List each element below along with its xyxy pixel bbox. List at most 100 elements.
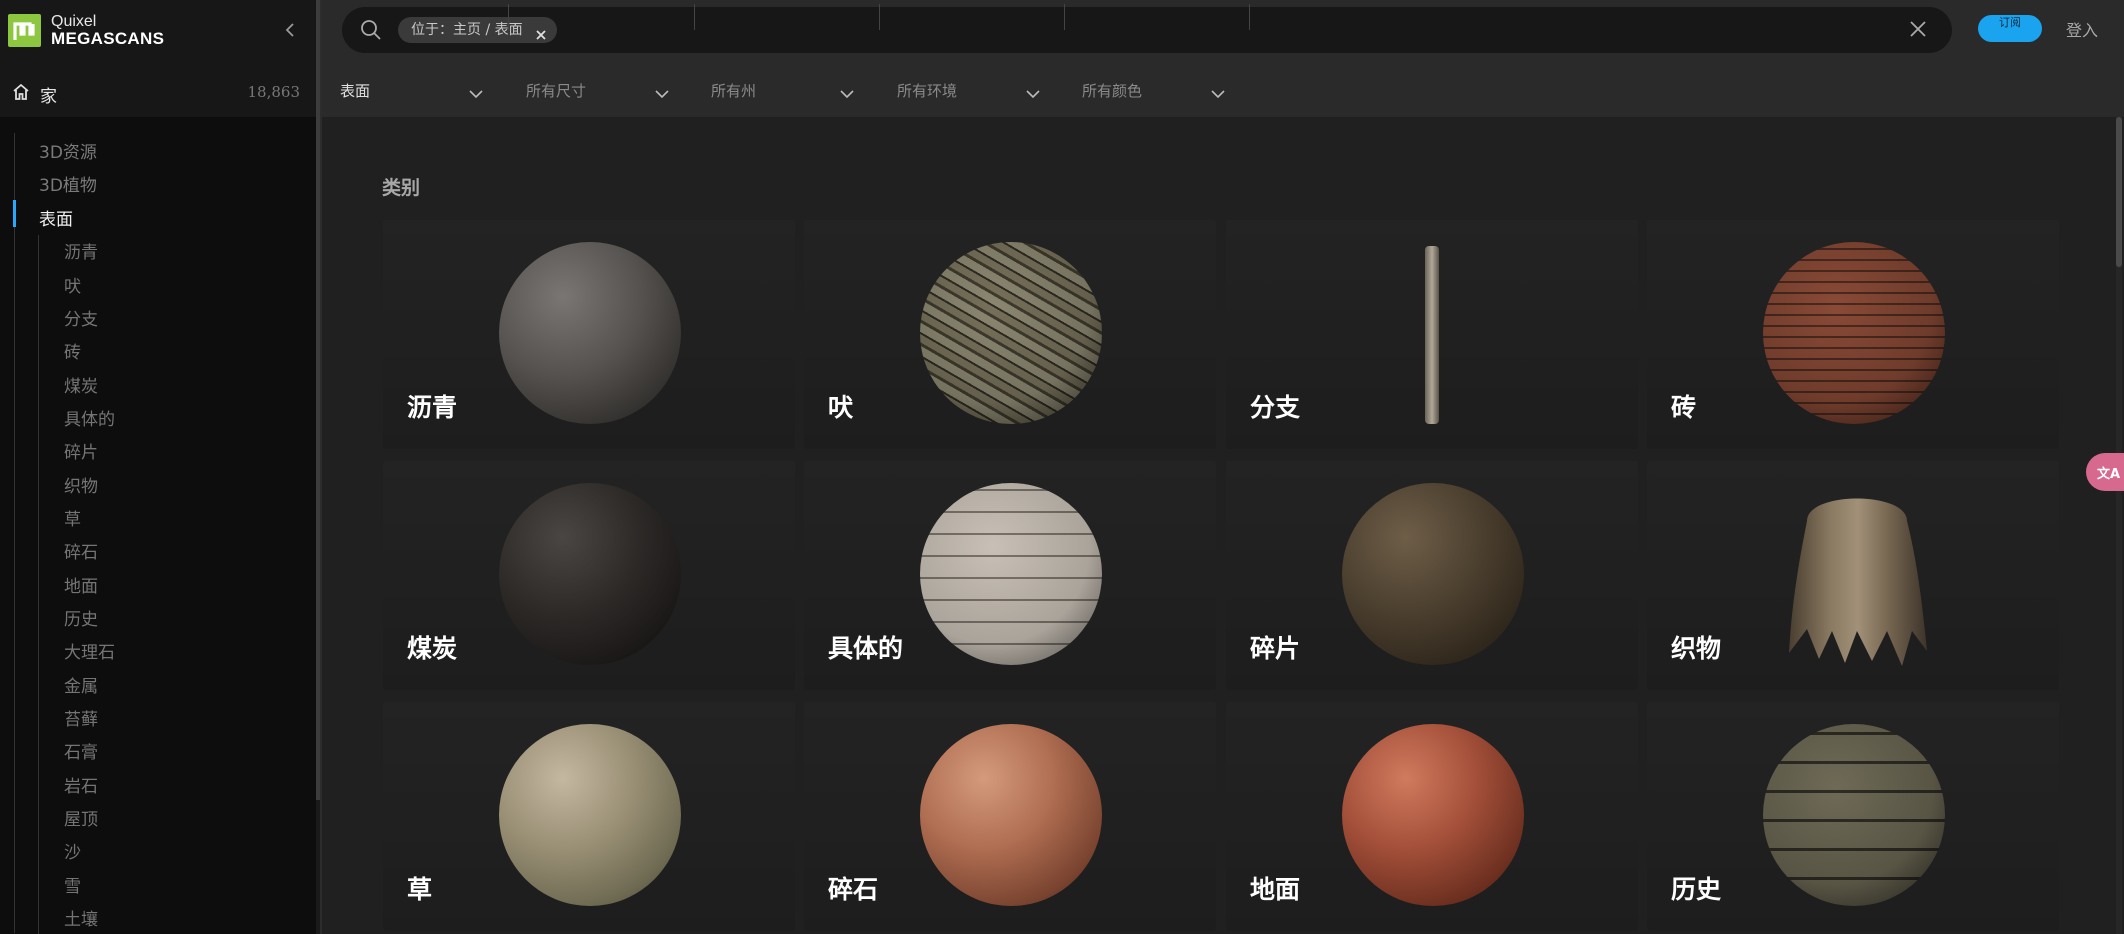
category-card[interactable]: 砖 [1647,220,2059,449]
sidebar-subitem[interactable]: 具体的 [64,405,115,430]
sidebar-subitem[interactable]: 吠 [64,272,81,297]
collapse-chevron-icon[interactable] [280,20,300,40]
chevron-down-icon [468,84,484,103]
category-card[interactable]: 煤炭 [383,461,795,690]
category-card[interactable]: 历史 [1647,702,2059,931]
sidebar-subitem[interactable]: 雪 [64,872,81,897]
filter-divider [1249,4,1250,30]
category-label: 碎石 [828,875,879,904]
debris-preview [1342,483,1524,665]
fabric-preview [1789,498,1927,666]
category-label: 吠 [828,393,854,422]
sidebar-subitem[interactable]: 煤炭 [64,372,98,397]
sidebar-subitem[interactable]: 大理石 [64,638,115,663]
category-label: 碎片 [1250,634,1301,663]
chevron-down-icon [839,84,855,103]
sidebar-item-3d-plants[interactable]: 3D植物 [39,171,97,196]
sidebar-subitem[interactable]: 织物 [64,472,98,497]
tree-guide-line [38,235,39,934]
login-link[interactable]: 登入 [2066,17,2098,41]
chevron-down-icon [654,84,670,103]
filter-label: 表面 [340,82,371,100]
category-card[interactable]: 沥青 [383,220,795,449]
concrete-preview [920,483,1102,665]
branch-preview [1425,246,1439,424]
category-label: 草 [407,875,433,904]
sidebar-item-surfaces[interactable]: 表面 [39,205,73,230]
category-tree: 3D资源 3D植物 表面 沥青 吠 分支 砖 煤炭 具体的 碎片 织物 草 碎石… [0,117,320,934]
translate-button[interactable]: 文A [2086,453,2124,491]
filter-label: 所有颜色 [1082,82,1143,100]
sidebar-subitem[interactable]: 砖 [64,338,81,363]
filter-environment[interactable]: 所有环境 [897,74,1047,108]
chevron-down-icon [1210,84,1226,103]
sidebar-subitem[interactable]: 石膏 [64,738,98,763]
gravel-preview [920,724,1102,906]
tree-guide-line [14,133,15,933]
sidebar-subitem[interactable]: 地面 [64,572,98,597]
category-label: 地面 [1250,875,1301,904]
grass-preview [499,724,681,906]
category-card[interactable]: 吠 [804,220,1216,449]
category-card[interactable]: 碎石 [804,702,1216,931]
brick-preview [1763,242,1945,424]
sidebar-home-label: 家 [40,87,57,107]
sidebar-item-3d-assets[interactable]: 3D资源 [39,138,97,163]
filter-size[interactable]: 所有尺寸 [526,74,676,108]
main-content: 类别 沥青 吠 分支 砖 煤炭 具体的 碎片 织物 草 碎石 地面 历史 [322,117,2124,934]
close-icon[interactable] [1909,20,1927,42]
ground-preview [1342,724,1524,906]
filter-divider [508,4,509,30]
filter-divider [1064,4,1065,30]
category-label: 砖 [1671,393,1697,422]
sidebar-subitem[interactable]: 历史 [64,605,98,630]
translate-icon: 文A [2097,467,2121,482]
section-title: 类别 [382,177,421,199]
sidebar-home-count: 18,863 [247,83,301,101]
category-card[interactable]: 织物 [1647,461,2059,690]
category-card[interactable]: 碎片 [1226,461,1638,690]
filter-label: 所有环境 [897,82,958,100]
sidebar-subitem[interactable]: 沙 [64,838,81,863]
category-card[interactable]: 分支 [1226,220,1638,449]
location-filter-chip[interactable]: 位于：主页 / 表面 [398,17,557,43]
category-label: 煤炭 [407,634,458,663]
category-card[interactable]: 草 [383,702,795,931]
sidebar-subitem[interactable]: 苔藓 [64,705,98,730]
filter-divider [694,4,695,30]
search-bar[interactable]: 位于：主页 / 表面 [342,7,1952,53]
filter-color[interactable]: 所有颜色 [1082,74,1232,108]
close-icon[interactable] [535,24,547,50]
sidebar-subitem[interactable]: 土壤 [64,905,98,930]
chevron-down-icon [1025,84,1041,103]
sidebar-subitem[interactable]: 金属 [64,672,98,697]
historic-preview [1763,724,1945,906]
subscribe-button[interactable]: 订阅 [1978,15,2042,42]
sidebar: Quixel MEGASCANS 家 18,863 3D资源 3D植物 表面 沥… [0,0,320,934]
sidebar-subitem[interactable]: 草 [64,505,81,530]
sidebar-subitem[interactable]: 沥青 [64,238,98,263]
category-label: 沥青 [407,393,458,422]
category-label: 具体的 [828,634,904,663]
sidebar-subitem[interactable]: 碎石 [64,538,98,563]
category-label: 织物 [1671,634,1722,663]
filter-label: 所有尺寸 [526,82,587,100]
sidebar-header: Quixel MEGASCANS [0,0,320,73]
main-scrollbar-thumb[interactable] [2116,117,2122,267]
category-card[interactable]: 地面 [1226,702,1638,931]
asphalt-preview [499,242,681,424]
search-icon[interactable] [360,19,382,45]
sidebar-subitem[interactable]: 岩石 [64,772,98,797]
brand-name-bottom: MEGASCANS [51,29,165,48]
filter-type[interactable]: 表面 [340,74,490,108]
sidebar-subitem[interactable]: 碎片 [64,438,98,463]
coal-preview [499,483,681,665]
bark-preview [920,242,1102,424]
sidebar-subitem[interactable]: 分支 [64,305,98,330]
category-card[interactable]: 具体的 [804,461,1216,690]
active-indicator [13,200,16,227]
sidebar-subitem[interactable]: 屋顶 [64,805,98,830]
sidebar-item-home[interactable]: 家 18,863 [0,73,320,117]
megascans-logo-icon[interactable] [8,14,41,47]
filter-state[interactable]: 所有州 [711,74,861,108]
